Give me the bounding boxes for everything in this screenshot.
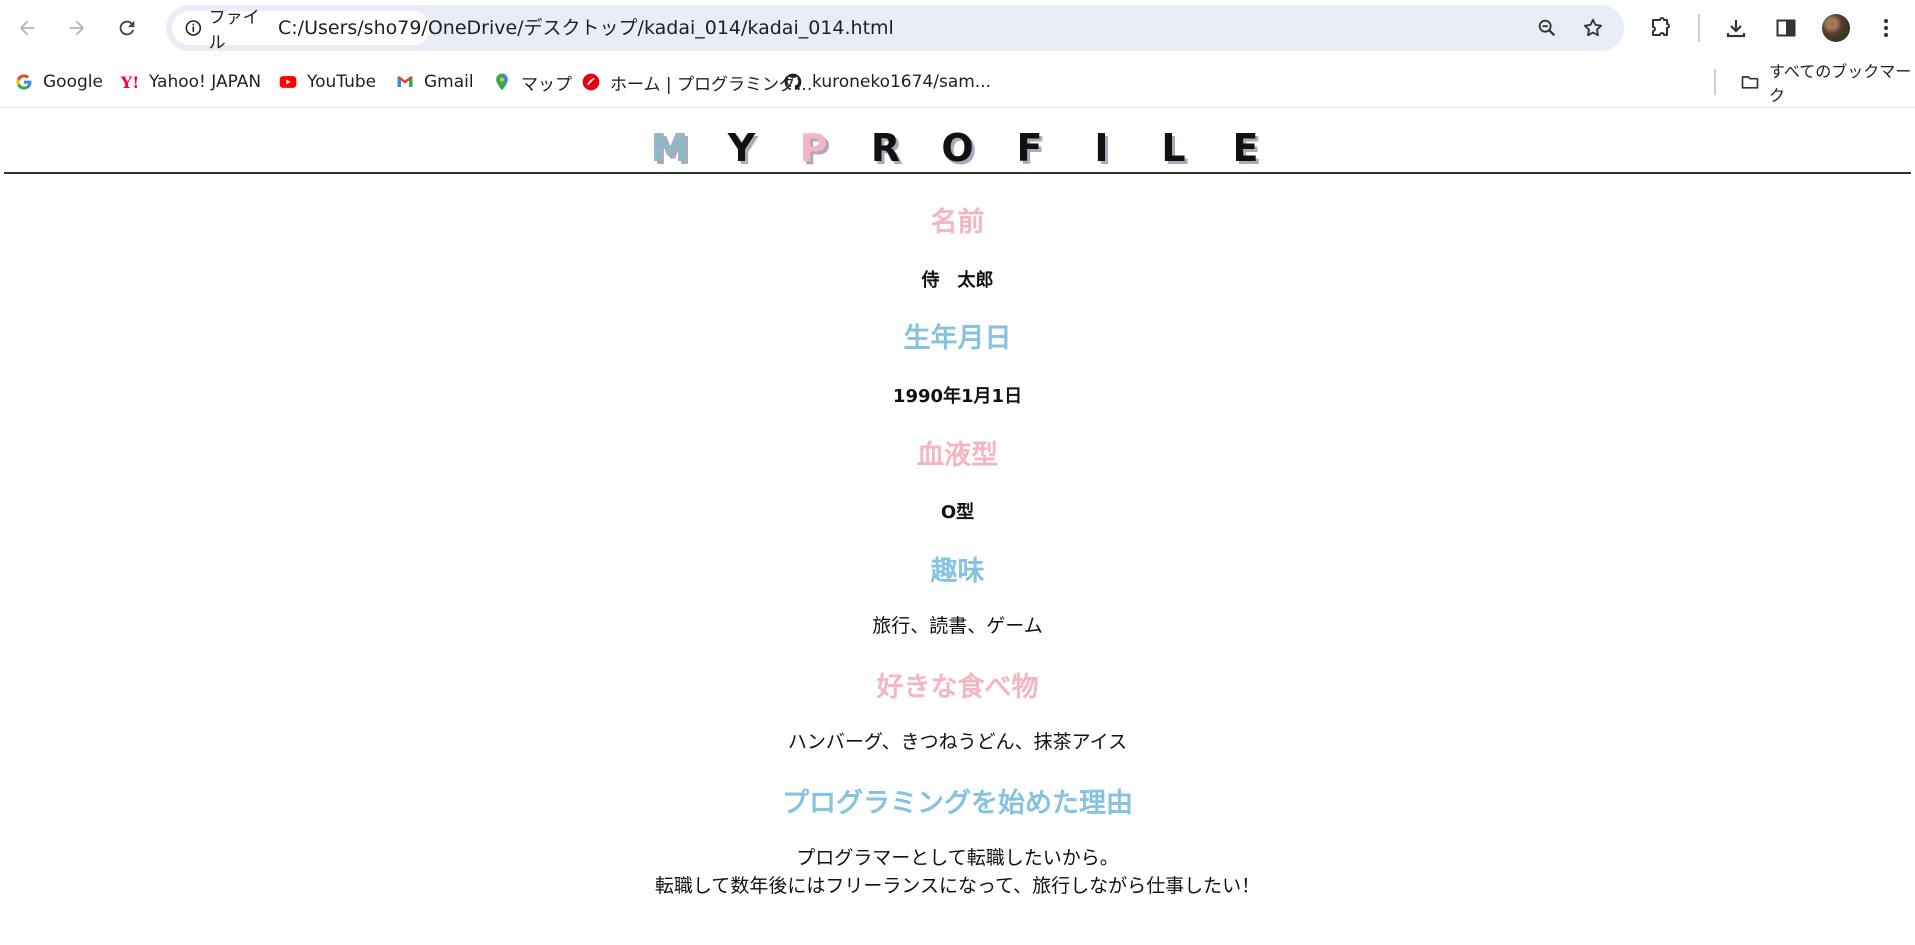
header-divider [4, 172, 1911, 174]
section-blood-type-value: O型 [0, 498, 1915, 524]
section-heading: 生年月日 [903, 323, 1012, 354]
section-name-value: 侍 太郎 [0, 266, 1915, 292]
all-bookmarks-label: すべてのブックマーク [1769, 62, 1912, 105]
browser-toolbar: ファイル C:/Users/sho79/OneDrive/デスクトップ/kada… [0, 0, 1915, 56]
section-reason: プログラミングを始めた理由 [0, 781, 1915, 820]
toolbar-divider [1698, 14, 1700, 42]
url-text[interactable]: C:/Users/sho79/OneDrive/デスクトップ/kadai_014… [278, 5, 894, 51]
folder-icon [1740, 72, 1760, 92]
back-icon [19, 20, 35, 36]
samurai-icon [581, 72, 601, 92]
star-icon [1584, 18, 1602, 37]
section-value: 旅行、読書、ゲーム [872, 615, 1043, 637]
bookmark-label: Google [43, 72, 103, 92]
logo-my-profile: MYPROF I L E [0, 126, 1915, 176]
bookmark-label: Gmail [424, 72, 474, 92]
github-icon [783, 72, 803, 92]
logo-letter: Y [727, 126, 756, 170]
menu-icon [1884, 19, 1888, 37]
download-button[interactable] [1720, 12, 1752, 44]
section-favorite-food-value: ハンバーグ、きつねうどん、抹茶アイス [0, 728, 1915, 756]
yahoo-icon: Y! [120, 72, 140, 92]
sidepanel-icon [1776, 19, 1796, 37]
section-birthday-value: 1990年1月1日 [0, 382, 1915, 408]
bookmark-label: マップ [521, 74, 572, 95]
bookmark-google[interactable]: Google [14, 56, 103, 108]
profile-avatar[interactable] [1822, 14, 1850, 42]
forward-icon [69, 20, 85, 36]
zoom-icon [1538, 19, 1556, 37]
section-favorite-food: 好きな食べ物 [0, 665, 1915, 704]
logo-letter: I [1094, 126, 1109, 170]
logo-letter: L [1161, 126, 1186, 170]
page-content: MYPROFILE 名前 侍 太郎 生年月日 1990年1月1日 血液型 O型 … [0, 108, 1915, 945]
youtube-icon [278, 72, 298, 92]
gmail-icon [395, 72, 415, 92]
logo-letter: M [650, 126, 689, 170]
section-value: ハンバーグ、きつねうどん、抹茶アイス [787, 731, 1128, 753]
section-value-line: 転職して数年後にはフリーランスになって、旅行しながら仕事したい！ [654, 875, 1261, 897]
bookmarks-bar: Google Y! Yahoo! JAPAN YouTube Gmail マップ… [0, 56, 1915, 108]
bookmark-label: Yahoo! JAPAN [149, 72, 262, 92]
extensions-icon [1652, 17, 1670, 36]
logo-letter: F [1016, 126, 1043, 170]
bookmark-youtube[interactable]: YouTube [278, 56, 376, 108]
section-birthday: 生年月日 [0, 316, 1915, 355]
bookmarks-divider [1714, 69, 1716, 95]
section-value: O型 [940, 502, 975, 523]
logo-letter: R [870, 126, 901, 170]
section-heading: 趣味 [930, 556, 985, 587]
section-heading: 好きな食べ物 [876, 672, 1039, 703]
maps-icon [492, 72, 512, 92]
section-value: 1990年1月1日 [892, 386, 1023, 407]
all-bookmarks-button[interactable]: すべてのブックマーク [1740, 56, 1915, 108]
download-icon [1726, 20, 1746, 38]
zoom-button[interactable] [1532, 13, 1562, 43]
bookmark-label: YouTube [307, 72, 377, 92]
reload-icon [119, 20, 135, 36]
forward-button[interactable] [59, 10, 95, 46]
section-reason-value: プログラマーとして転職したいから。 転職して数年後にはフリーランスになって、旅行… [0, 844, 1915, 900]
section-value: 侍 太郎 [921, 270, 994, 291]
section-blood-type: 血液型 [0, 433, 1915, 472]
google-icon [14, 72, 34, 92]
logo-letter: P [799, 126, 828, 170]
section-heading: プログラミングを始めた理由 [782, 788, 1133, 819]
info-icon [185, 20, 202, 36]
section-name: 名前 [0, 200, 1915, 239]
section-hobby: 趣味 [0, 549, 1915, 588]
bookmark-maps[interactable]: マップ [492, 56, 572, 108]
bookmark-github[interactable]: kuroneko1674/sam... [783, 56, 991, 108]
extensions-button[interactable] [1644, 12, 1676, 44]
side-panel-button[interactable] [1770, 12, 1802, 44]
bookmark-star-button[interactable] [1578, 13, 1608, 43]
bookmark-gmail[interactable]: Gmail [395, 56, 474, 108]
section-heading: 血液型 [917, 440, 998, 471]
logo-letter: E [1232, 126, 1259, 170]
menu-button[interactable] [1870, 12, 1902, 44]
section-value-line: プログラマーとして転職したいから。 [796, 847, 1119, 869]
section-hobby-value: 旅行、読書、ゲーム [0, 612, 1915, 640]
logo-letter: O [941, 126, 974, 170]
back-button[interactable] [9, 10, 45, 46]
section-heading: 名前 [930, 207, 985, 238]
bookmark-label: ホーム | プログラミング... [610, 74, 813, 95]
reload-button[interactable] [109, 10, 145, 46]
bookmark-yahoo[interactable]: Y! Yahoo! JAPAN [120, 56, 261, 108]
chip-label: ファイル [208, 8, 260, 53]
bookmark-label: kuroneko1674/sam... [812, 72, 992, 92]
bookmark-samurai[interactable]: ホーム | プログラミング... [581, 56, 812, 108]
address-bar[interactable]: ファイル C:/Users/sho79/OneDrive/デスクトップ/kada… [166, 5, 1624, 53]
